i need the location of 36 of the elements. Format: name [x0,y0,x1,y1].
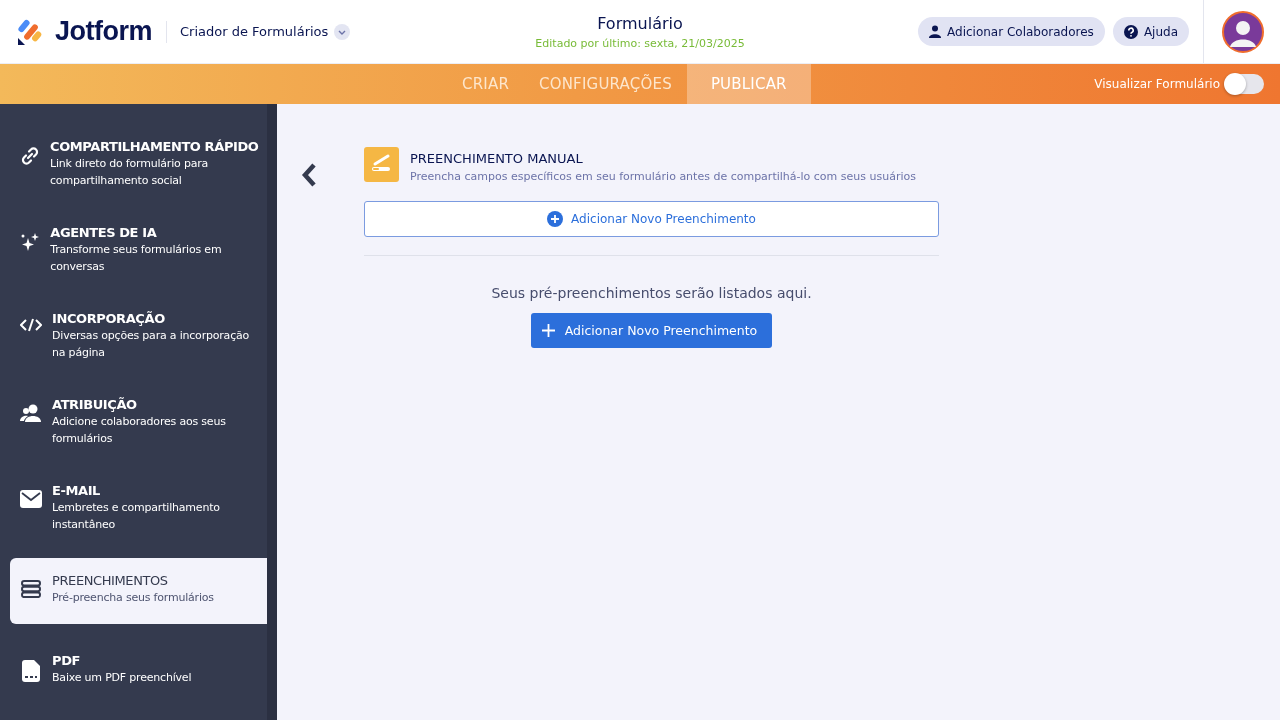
stacked-rows-icon [21,580,41,598]
logo-icon [17,17,43,46]
code-icon [20,318,42,332]
sidebar-item[interactable]: INCORPORAÇÃO Diversas opções para a incorporação na página [0,302,267,388]
add-prefill-button[interactable]: Adicionar Novo Preenchimento [530,313,773,348]
pdf-file-icon [22,660,40,682]
plus-circle-icon [547,211,564,227]
person-icon [929,25,941,38]
add-collaborators-button[interactable]: Adicionar Colaboradores [918,17,1105,46]
add-prefill-button[interactable]: Adicionar Novo Preenchimento [364,201,939,237]
section-title: PREENCHIMENTO MANUAL [410,151,584,166]
last-edited-text: Editado por último: sexta, 21/03/2025 [534,36,746,50]
help-icon [1123,24,1138,39]
form-title[interactable]: Formulário [490,13,790,33]
avatar[interactable] [1222,10,1264,53]
sidebar-item[interactable]: ATRIBUIÇÃO Adicione colaboradores aos seus formulários [0,388,267,474]
mail-icon [20,490,42,508]
people-icon [20,404,42,422]
sidebar-item[interactable]: PREENCHIMENTOS Pré-preencha seus formulários [10,558,267,624]
chevron-left-icon [301,162,317,188]
section-description: Preencha campos específicos em seu formulário antes de compartilhá-lo com seus usuários [410,170,916,183]
chevron-down-icon [334,23,351,40]
preview-form-label: Visualizar Formulário [1094,77,1220,91]
link-icon [20,146,40,166]
sparkle-icon [20,232,41,252]
plus-icon [541,324,555,337]
help-button[interactable]: Ajuda [1112,17,1189,46]
stapler-icon [364,147,399,182]
sidebar-item[interactable]: COMPARTILHAMENTO RÁPIDO Link direto do formulário para compartilhamento social [0,130,267,216]
logo-text[interactable]: Jotform [55,16,152,47]
preview-toggle[interactable] [1226,74,1264,94]
sidebar-item[interactable]: AGENTES DE IA Transforme seus formulários em conversas [0,216,267,302]
empty-state-message: Seus pré-preenchimentos serão listados aqui. [491,285,812,301]
sidebar-item[interactable]: PDF Baixe um PDF preenchível [0,644,267,720]
builder-menu[interactable]: Criador de Formulários [180,23,351,40]
scrollbar[interactable] [267,104,277,720]
